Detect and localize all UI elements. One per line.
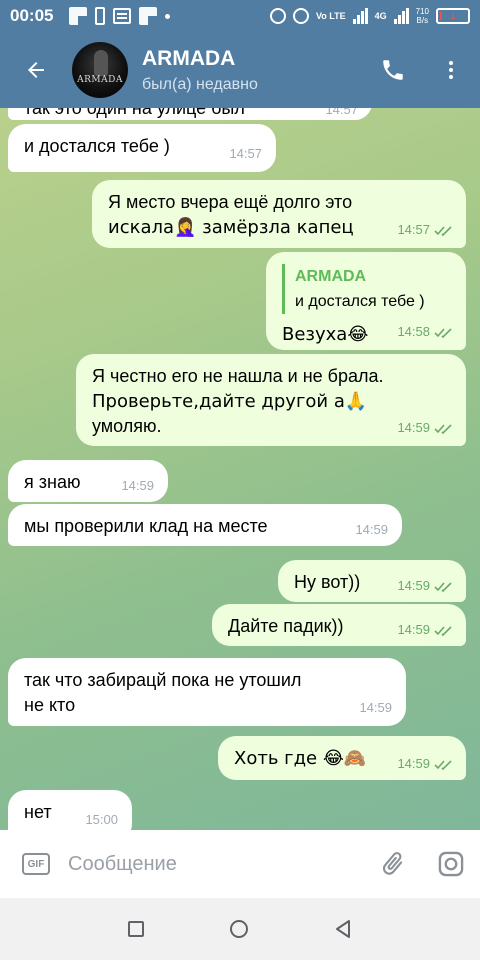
more-vertical-icon: [449, 61, 453, 79]
message-incoming[interactable]: так что забирацй пока не утошил не кто 1…: [8, 658, 406, 726]
double-check-icon: [434, 759, 452, 770]
message-outgoing[interactable]: Я честно его не нашла и не брала. Провер…: [76, 354, 466, 446]
double-check-icon: [434, 327, 452, 338]
message-outgoing-reply[interactable]: ARMADA и достался тебе ) Везуха😂 14:58: [266, 252, 466, 350]
message-incoming[interactable]: так это один на улице был 14:57: [8, 108, 372, 120]
home-button[interactable]: [230, 920, 248, 938]
double-check-icon: [434, 625, 452, 636]
instagram-camera-icon: [438, 851, 464, 877]
message-incoming[interactable]: и достался тебе ) 14:57: [8, 124, 276, 172]
message-composer: GIF Сообщение: [0, 830, 480, 898]
last-seen-status: был(а) недавно: [142, 75, 258, 93]
mute-icon: [269, 8, 286, 24]
chat-header: ARMADA ARMADA был(а) недавно: [0, 32, 480, 108]
network-type: 4G: [374, 10, 387, 21]
back-button[interactable]: [0, 32, 72, 108]
back-triangle-icon[interactable]: [334, 919, 352, 939]
call-button[interactable]: [364, 32, 422, 108]
system-navigation-bar: [0, 898, 480, 960]
chat-title: ARMADA: [142, 46, 236, 70]
signal-icon: [393, 8, 409, 24]
arrow-left-icon: [28, 62, 44, 78]
status-time: 00:05: [10, 6, 54, 25]
phone-notification-icon: [95, 7, 106, 25]
message-outgoing[interactable]: Хоть где 😂🙈 14:59: [218, 736, 466, 780]
double-check-icon: [434, 225, 452, 236]
message-notification-icon: [113, 8, 132, 24]
more-options-button[interactable]: [422, 32, 480, 108]
message-incoming[interactable]: нет 15:00: [8, 790, 132, 830]
network-speed: 710 B/s: [415, 7, 429, 25]
message-outgoing[interactable]: Ну вот)) 14:59: [278, 560, 466, 602]
attach-button[interactable]: [364, 830, 422, 898]
paperclip-icon: [382, 852, 403, 875]
chat-info[interactable]: ARMADA был(а) недавно: [142, 47, 364, 94]
more-notifications-dot-icon: [165, 13, 171, 19]
message-input[interactable]: Сообщение: [68, 853, 364, 876]
message-incoming[interactable]: мы проверили клад на месте 14:59: [8, 504, 402, 546]
app-notification-icon: [69, 7, 88, 25]
chat-messages[interactable]: так это один на улице был 14:57 и достал…: [0, 108, 480, 830]
signal-icon: [352, 8, 368, 24]
reply-quote[interactable]: ARMADA и достался тебе ): [282, 264, 452, 314]
status-bar: 00:05 Vo LTE 4G 710 B/s 1: [0, 0, 480, 32]
gif-button[interactable]: GIF: [22, 853, 50, 875]
double-check-icon: [434, 423, 452, 434]
recents-button[interactable]: [128, 921, 144, 937]
message-outgoing[interactable]: Дайте падик)) 14:59: [212, 604, 466, 646]
lte-indicator: Vo LTE: [315, 10, 346, 21]
double-check-icon: [434, 581, 452, 592]
message-outgoing[interactable]: Я место вчера ещё долго это искала🤦‍♀️ з…: [92, 180, 466, 248]
app-notification-icon: [139, 7, 158, 25]
alarm-icon: [292, 8, 309, 24]
battery-icon: 1: [436, 8, 470, 24]
message-incoming[interactable]: я знаю 14:59: [8, 460, 168, 502]
avatar[interactable]: ARMADA: [72, 42, 128, 98]
camera-button[interactable]: [422, 830, 480, 898]
phone-icon: [383, 60, 403, 80]
